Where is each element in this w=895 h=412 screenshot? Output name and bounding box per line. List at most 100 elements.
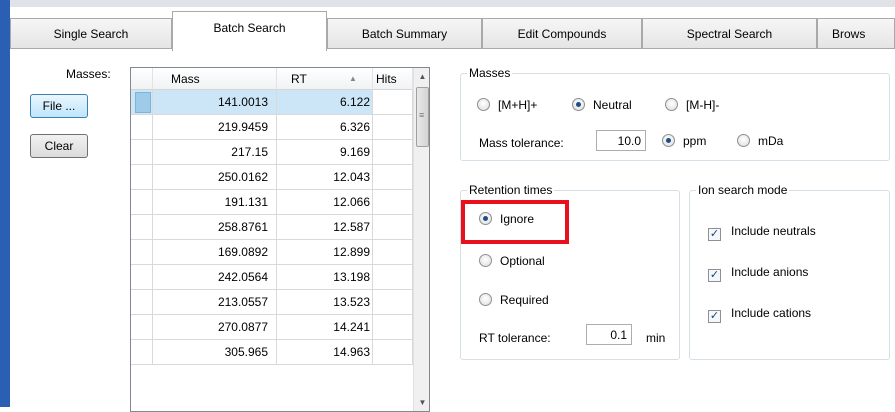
row-header[interactable]	[131, 140, 153, 164]
row-header[interactable]	[131, 215, 153, 239]
row-header[interactable]	[131, 190, 153, 214]
rt-cell[interactable]: 14.963	[277, 340, 373, 364]
tab-edit-compounds[interactable]: Edit Compounds	[482, 18, 642, 49]
rt-cell[interactable]: 12.587	[277, 215, 373, 239]
mass-tolerance-input[interactable]	[596, 130, 646, 151]
column-header-mass[interactable]: Mass	[153, 68, 277, 90]
radio-mh-minus-label: [M-H]-	[686, 98, 720, 112]
row-header[interactable]	[131, 340, 153, 364]
rt-tolerance-unit: min	[646, 331, 666, 345]
table-row[interactable]: 270.0877 14.241	[131, 315, 413, 340]
hits-cell[interactable]	[373, 115, 413, 139]
checkbox-include-neutrals[interactable]: ✓ Include neutrals	[708, 223, 816, 241]
rt-cell[interactable]: 6.326	[277, 115, 373, 139]
window-left-edge	[0, 0, 10, 407]
row-header[interactable]	[131, 165, 153, 189]
rt-cell[interactable]: 14.241	[277, 315, 373, 339]
table-row[interactable]: 219.9459 6.326	[131, 115, 413, 140]
radio-mh-plus[interactable]: [M+H]+	[477, 97, 537, 113]
tab-browse[interactable]: Brows	[817, 18, 895, 49]
hits-cell[interactable]	[373, 165, 413, 189]
hits-cell[interactable]	[373, 215, 413, 239]
rt-cell[interactable]: 9.169	[277, 140, 373, 164]
table-row[interactable]: 169.0892 12.899	[131, 240, 413, 265]
file-button[interactable]: File ...	[30, 94, 88, 118]
masses-label: Masses:	[66, 67, 111, 81]
rt-cell[interactable]: 12.043	[277, 165, 373, 189]
rt-cell[interactable]: 12.066	[277, 190, 373, 214]
rt-cell[interactable]: 6.122	[277, 90, 373, 114]
table-row[interactable]: 191.131 12.066	[131, 190, 413, 215]
masses-group-title: Masses	[467, 66, 513, 80]
radio-ppm-label: ppm	[683, 134, 707, 148]
grid-header: Mass RT ▲ Hits	[131, 68, 413, 90]
hits-cell[interactable]	[373, 315, 413, 339]
scroll-up-arrow-icon[interactable]: ▲	[414, 68, 429, 85]
mass-cell[interactable]: 141.0013	[153, 90, 277, 114]
mass-cell[interactable]: 242.0564	[153, 265, 277, 289]
rt-cell[interactable]: 12.899	[277, 240, 373, 264]
ion-search-mode-group-title: Ion search mode	[696, 183, 790, 197]
rt-cell[interactable]: 13.523	[277, 290, 373, 314]
radio-rt-required[interactable]: Required	[479, 292, 549, 308]
column-header-rt[interactable]: RT ▲	[277, 68, 373, 90]
rt-tolerance-input[interactable]	[586, 324, 632, 345]
mass-cell[interactable]: 213.0557	[153, 290, 277, 314]
radio-rt-required-indicator	[479, 293, 492, 306]
row-header[interactable]	[131, 90, 153, 114]
masses-grid[interactable]: Mass RT ▲ Hits 141.0013 6.122 219.9459 6.32…	[130, 67, 430, 412]
radio-neutral-label: Neutral	[593, 98, 632, 112]
clear-button[interactable]: Clear	[30, 134, 88, 158]
scroll-down-arrow-icon[interactable]: ▼	[414, 394, 429, 411]
mass-cell[interactable]: 270.0877	[153, 315, 277, 339]
ion-search-mode-group: Ion search mode ✓ Include neutrals ✓ Inclu…	[689, 183, 890, 360]
mass-cell[interactable]: 250.0162	[153, 165, 277, 189]
mass-cell[interactable]: 169.0892	[153, 240, 277, 264]
column-header-hits[interactable]: Hits	[373, 68, 413, 90]
checkbox-anions-check-icon: ✓	[708, 269, 721, 282]
sort-ascending-icon: ▲	[349, 74, 357, 83]
tab-spectral-search[interactable]: Spectral Search	[642, 18, 817, 49]
row-header[interactable]	[131, 290, 153, 314]
mass-cell[interactable]: 258.8761	[153, 215, 277, 239]
table-row[interactable]: 141.0013 6.122	[131, 90, 413, 115]
hits-cell[interactable]	[373, 340, 413, 364]
radio-rt-optional-indicator	[479, 254, 492, 267]
rt-cell[interactable]: 13.198	[277, 265, 373, 289]
grid-vertical-scrollbar[interactable]: ▲ ≡ ▼	[413, 68, 429, 411]
hits-cell[interactable]	[373, 265, 413, 289]
hits-cell[interactable]	[373, 240, 413, 264]
hits-cell[interactable]	[373, 290, 413, 314]
rt-tolerance-label: RT tolerance:	[479, 331, 551, 345]
mass-cell[interactable]: 191.131	[153, 190, 277, 214]
hits-cell[interactable]	[373, 90, 413, 114]
window-top-strip	[0, 0, 895, 7]
table-row[interactable]: 217.15 9.169	[131, 140, 413, 165]
radio-mda[interactable]: mDa	[737, 133, 783, 149]
mass-cell[interactable]: 217.15	[153, 140, 277, 164]
hits-cell[interactable]	[373, 140, 413, 164]
checkbox-include-neutrals-label: Include neutrals	[731, 224, 816, 238]
row-header[interactable]	[131, 265, 153, 289]
table-row[interactable]: 258.8761 12.587	[131, 215, 413, 240]
tab-batch-search[interactable]: Batch Search	[172, 11, 327, 51]
row-header[interactable]	[131, 115, 153, 139]
radio-ppm[interactable]: ppm	[662, 133, 706, 149]
table-row[interactable]: 250.0162 12.043	[131, 165, 413, 190]
table-row[interactable]: 242.0564 13.198	[131, 265, 413, 290]
mass-cell[interactable]: 219.9459	[153, 115, 277, 139]
mass-cell[interactable]: 305.965	[153, 340, 277, 364]
table-row[interactable]: 305.965 14.963	[131, 340, 413, 365]
hits-cell[interactable]	[373, 190, 413, 214]
radio-neutral[interactable]: Neutral	[572, 97, 632, 113]
table-row[interactable]: 213.0557 13.523	[131, 290, 413, 315]
checkbox-include-anions[interactable]: ✓ Include anions	[708, 264, 808, 282]
radio-rt-optional[interactable]: Optional	[479, 253, 545, 269]
tab-single-search[interactable]: Single Search	[10, 18, 172, 49]
row-header[interactable]	[131, 240, 153, 264]
row-header[interactable]	[131, 315, 153, 339]
checkbox-include-cations[interactable]: ✓ Include cations	[708, 305, 811, 323]
radio-mh-minus[interactable]: [M-H]-	[665, 97, 719, 113]
grid-corner	[131, 68, 153, 90]
tab-batch-summary[interactable]: Batch Summary	[327, 18, 482, 49]
